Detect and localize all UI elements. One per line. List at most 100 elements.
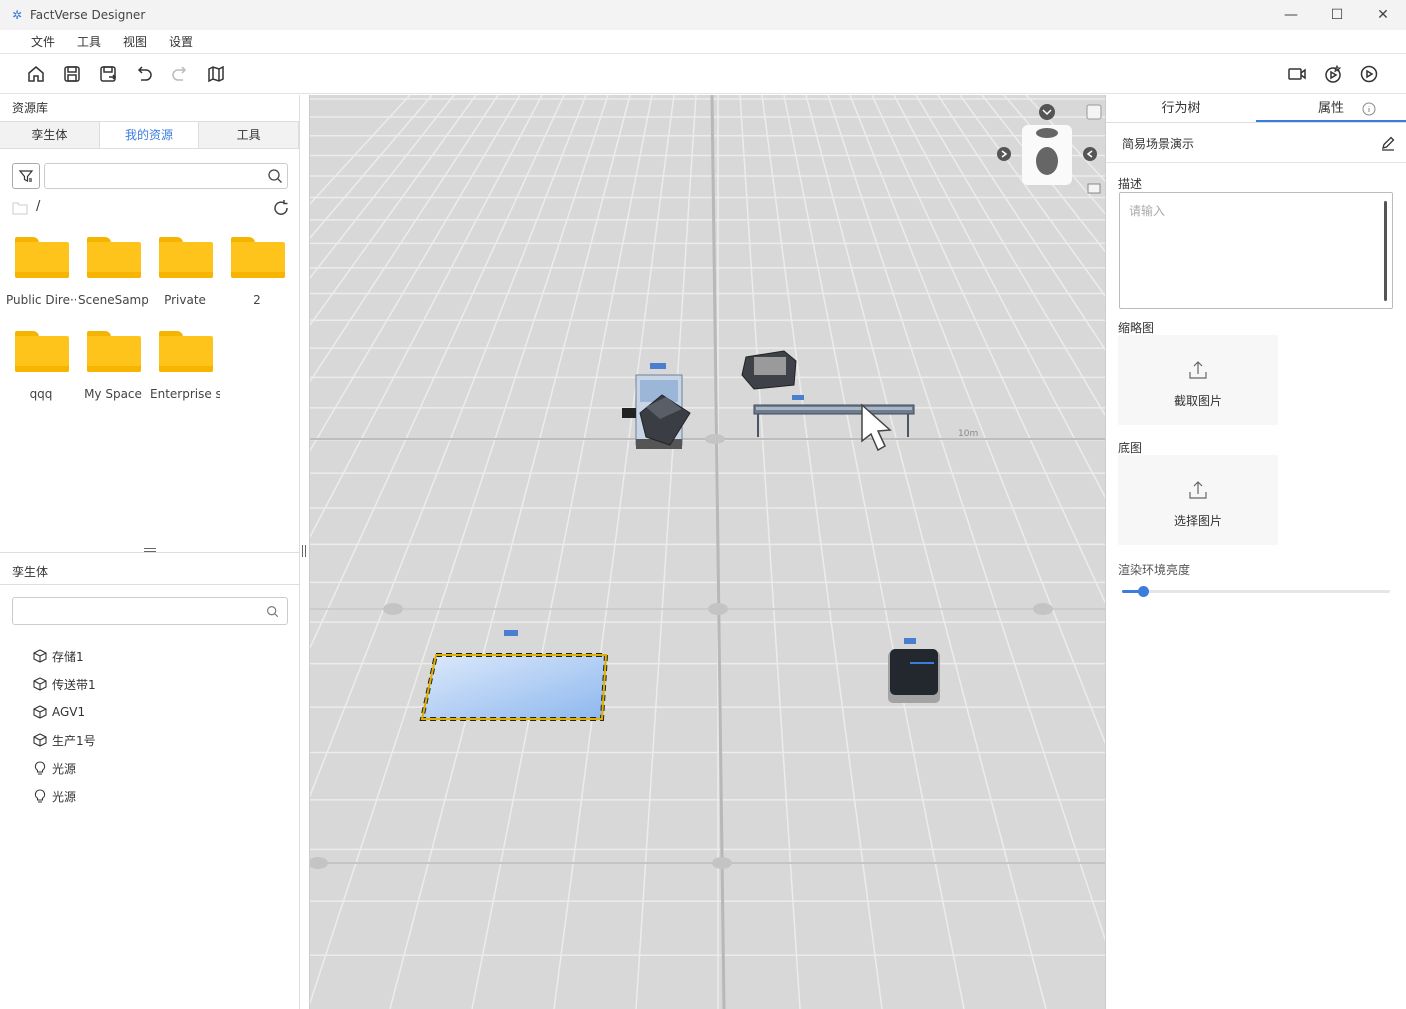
tree-item-label: 生产1号 (52, 733, 96, 748)
twin-search-input[interactable] (12, 597, 288, 625)
tab-properties[interactable]: 属性 (1256, 95, 1406, 122)
play-icon[interactable] (1358, 63, 1380, 85)
resource-search-input[interactable] (44, 163, 288, 189)
cube-icon (32, 704, 48, 720)
tab-my-resources[interactable]: 我的资源 (99, 122, 200, 148)
tree-item[interactable]: AGV1 (32, 698, 96, 726)
tab-tools[interactable]: 工具 (199, 122, 300, 148)
panel-splitter[interactable] (0, 545, 300, 553)
thumbnail-upload-button[interactable]: 截取图片 (1118, 335, 1278, 425)
toolbar (0, 54, 1406, 94)
folder-icon (13, 235, 69, 279)
tree-item[interactable]: 生产1号 (32, 726, 96, 754)
save-as-icon[interactable] (97, 63, 119, 85)
folder-item[interactable]: 2 (222, 235, 292, 307)
scene-name: 简易场景演示 (1122, 137, 1195, 151)
brightness-slider[interactable] (1122, 590, 1390, 593)
cube-icon (32, 732, 48, 748)
scene-viewport[interactable]: 10m (309, 95, 1106, 1009)
tab-behavior-tree[interactable]: 行为树 (1106, 95, 1256, 122)
search-icon[interactable] (266, 605, 279, 621)
folder-label: My Space (84, 387, 142, 401)
tab-twins[interactable]: 孪生体 (0, 122, 100, 148)
refresh-icon[interactable] (272, 199, 290, 217)
menu-file[interactable]: 文件 (31, 33, 55, 50)
divider (1106, 162, 1406, 163)
path-row: / (12, 199, 290, 217)
folder-icon (85, 235, 141, 279)
home-icon[interactable] (25, 63, 47, 85)
thumbnail-upload-label: 截取图片 (1173, 394, 1222, 408)
cube-icon (32, 676, 48, 692)
base-map-label: 底图 (1118, 441, 1143, 455)
tree-item-label: 传送带1 (52, 677, 96, 692)
upload-icon (1118, 479, 1278, 504)
folder-outline-icon (12, 202, 28, 215)
record-icon[interactable] (1322, 63, 1344, 85)
folder-label: Enterprise s··· (150, 387, 220, 401)
folder-icon (157, 235, 213, 279)
description-textarea[interactable]: 请输入 (1119, 192, 1393, 309)
tree-item[interactable]: 传送带1 (32, 670, 96, 698)
folder-item[interactable]: Enterprise s··· (150, 329, 220, 401)
folder-icon (157, 329, 213, 373)
description-label: 描述 (1118, 177, 1143, 191)
tree-item[interactable]: 光源 (32, 754, 96, 782)
app-logo-icon: ✲ (11, 8, 23, 22)
search-icon[interactable] (267, 168, 283, 187)
brightness-label: 渲染环境亮度 (1118, 563, 1191, 577)
cube-icon (32, 648, 48, 664)
textarea-scrollbar[interactable] (1384, 201, 1387, 301)
info-icon[interactable] (1362, 102, 1376, 119)
folder-item[interactable]: Private (150, 235, 220, 307)
tree-item-label: AGV1 (52, 705, 86, 719)
redo-icon[interactable] (169, 63, 191, 85)
edit-icon[interactable] (1380, 135, 1396, 154)
folder-item[interactable]: My Space (78, 329, 148, 401)
storage-model[interactable] (741, 350, 797, 390)
save-icon[interactable] (61, 63, 83, 85)
folder-icon (229, 235, 285, 279)
bulb-icon (32, 788, 48, 804)
map-icon[interactable] (205, 63, 227, 85)
twins-title: 孪生体 (0, 559, 300, 585)
bulb-icon (32, 760, 48, 776)
base-map-upload-label: 选择图片 (1173, 514, 1222, 528)
tree-item[interactable]: 光源 (32, 782, 96, 810)
filter-button[interactable] (12, 163, 40, 189)
menu-settings[interactable]: 设置 (169, 33, 193, 50)
menu-tools[interactable]: 工具 (77, 33, 101, 50)
properties-panel: 行为树 属性 简易场景演示 描述 请输入 缩略图 截取图片 底图 选择图片 渲染… (1106, 95, 1406, 1009)
folder-label: SceneSample (78, 293, 148, 307)
thumbnail-label: 缩略图 (1118, 321, 1155, 335)
folder-icon (85, 329, 141, 373)
menu-view[interactable]: 视图 (123, 33, 147, 50)
twin-tree: 存储1 传送带1 AGV1 生产1号 光源 光源 (32, 642, 96, 810)
left-panel: 资源库 孪生体 我的资源 工具 / Public Dire··· SceneSa… (0, 95, 300, 1009)
tree-item[interactable]: 存储1 (32, 642, 96, 670)
tree-item-label: 光源 (52, 789, 77, 804)
base-map-upload-button[interactable]: 选择图片 (1118, 455, 1278, 545)
title-bar: ✲ FactVerse Designer — ☐ ✕ (0, 0, 1406, 30)
undo-icon[interactable] (133, 63, 155, 85)
camera-icon[interactable] (1286, 63, 1308, 85)
folder-label: Public Dire··· (6, 293, 76, 307)
resource-library-title: 资源库 (12, 101, 49, 115)
folder-item[interactable]: qqq (6, 329, 76, 401)
folder-label: Private (164, 293, 206, 307)
scale-label: 10m (958, 429, 978, 439)
folder-item[interactable]: Public Dire··· (6, 235, 76, 307)
brightness-slider-handle[interactable] (1138, 586, 1149, 597)
description-placeholder: 请输入 (1129, 204, 1166, 218)
upload-icon (1118, 359, 1278, 384)
resource-tabs: 孪生体 我的资源 工具 (0, 121, 300, 149)
minimize-button[interactable]: — (1268, 0, 1314, 30)
vertical-splitter[interactable] (302, 545, 306, 557)
maximize-button[interactable]: ☐ (1314, 0, 1360, 30)
folder-item[interactable]: SceneSample (78, 235, 148, 307)
current-path: / (36, 199, 41, 214)
window-title: FactVerse Designer (30, 8, 146, 22)
close-button[interactable]: ✕ (1360, 0, 1406, 30)
tree-item-label: 存储1 (52, 649, 84, 664)
menu-bar: 文件 工具 视图 设置 (0, 30, 1406, 54)
